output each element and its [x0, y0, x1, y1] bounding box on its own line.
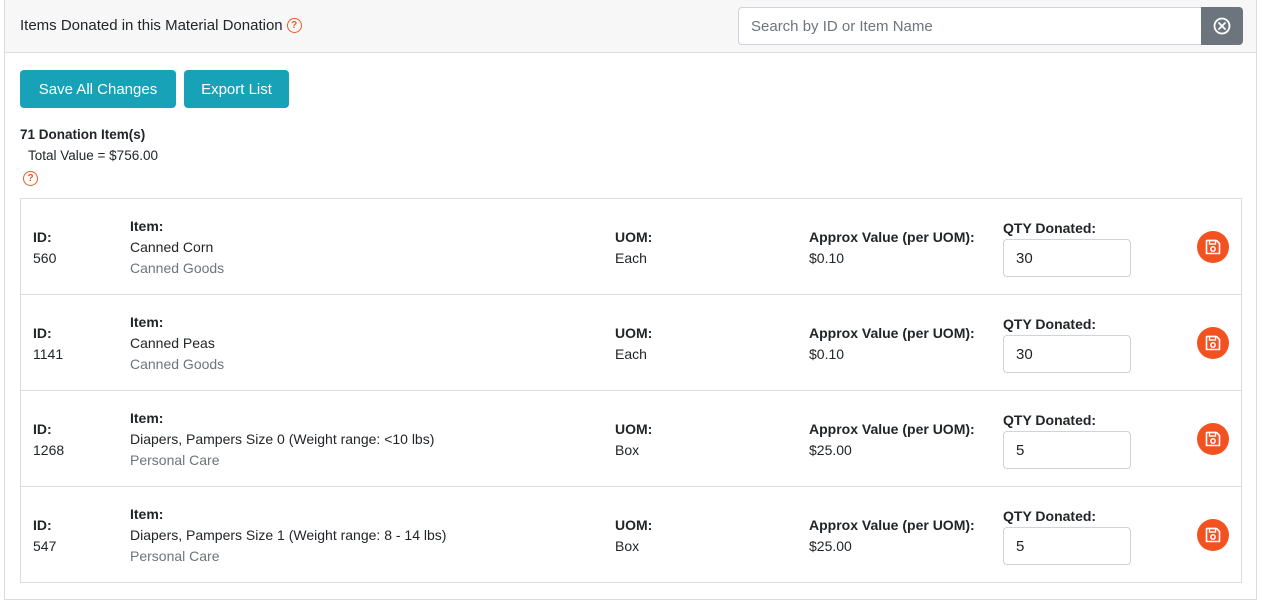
item-name: Canned Corn — [130, 239, 214, 255]
item-name-column: Item: Canned Corn Canned Goods — [130, 218, 224, 276]
item-label: Item: — [130, 506, 164, 522]
total-value: Total Value = $756.00 — [28, 148, 158, 163]
item-qty-column: QTY Donated: — [1003, 508, 1131, 565]
item-value-column: Approx Value (per UOM): $25.00 — [809, 517, 975, 554]
item-name: Diapers, Pampers Size 0 (Weight range: <… — [130, 431, 435, 447]
id-label: ID: — [33, 229, 52, 245]
item-label: Item: — [130, 314, 164, 330]
value-label: Approx Value (per UOM): — [809, 517, 975, 533]
list-item: ID: 547 Item: Diapers, Pampers Size 1 (W… — [21, 487, 1241, 583]
item-category: Personal Care — [130, 548, 220, 564]
list-item: ID: 1268 Item: Diapers, Pampers Size 0 (… — [21, 391, 1241, 487]
item-qty-column: QTY Donated: — [1003, 412, 1131, 469]
uom-label: UOM: — [615, 421, 653, 437]
item-category: Personal Care — [130, 452, 220, 468]
item-uom-column: UOM: Each — [615, 325, 652, 362]
item-uom-column: UOM: Box — [615, 421, 652, 458]
item-label: Item: — [130, 218, 164, 234]
qty-donated-input[interactable] — [1003, 239, 1131, 277]
item-id-column: ID: 547 — [33, 517, 56, 554]
item-id: 1268 — [33, 442, 65, 458]
item-uom-column: UOM: Each — [615, 229, 652, 266]
donation-items-card: Items Donated in this Material Donation … — [4, 0, 1257, 600]
item-id-column: ID: 1141 — [33, 325, 63, 362]
qty-label: QTY Donated: — [1003, 316, 1097, 332]
qty-donated-input[interactable] — [1003, 431, 1131, 469]
donation-item-count: 71 Donation Item(s) — [20, 127, 146, 142]
value-label: Approx Value (per UOM): — [809, 421, 975, 437]
id-label: ID: — [33, 421, 52, 437]
item-uom: Each — [615, 346, 647, 362]
help-icon[interactable]: ? — [286, 18, 302, 33]
item-value: $0.10 — [809, 250, 845, 266]
qty-label: QTY Donated: — [1003, 412, 1097, 428]
item-value: $25.00 — [809, 442, 852, 458]
qty-donated-input[interactable] — [1003, 335, 1131, 373]
export-list-button[interactable]: Export List — [184, 70, 289, 108]
item-id: 547 — [33, 538, 57, 554]
list-item: ID: 1141 Item: Canned Peas Canned Goods … — [21, 295, 1241, 391]
item-category: Canned Goods — [130, 260, 225, 276]
card-header: Items Donated in this Material Donation … — [5, 0, 1256, 53]
floppy-disk-icon — [1205, 335, 1221, 351]
item-uom-column: UOM: Box — [615, 517, 652, 554]
item-uom: Box — [615, 538, 640, 554]
item-label: Item: — [130, 410, 164, 426]
item-id: 1141 — [33, 346, 64, 362]
save-item-button[interactable] — [1197, 519, 1229, 551]
item-id: 560 — [33, 250, 57, 266]
item-qty-column: QTY Donated: — [1003, 220, 1131, 277]
save-item-button[interactable] — [1197, 231, 1229, 263]
item-name-column: Item: Diapers, Pampers Size 1 (Weight ra… — [130, 506, 446, 564]
summary-help-icon[interactable]: ? — [23, 171, 38, 186]
item-name: Diapers, Pampers Size 1 (Weight range: 8… — [130, 527, 447, 543]
uom-label: UOM: — [615, 325, 653, 341]
value-label: Approx Value (per UOM): — [809, 325, 975, 341]
list-item: ID: 560 Item: Canned Corn Canned Goods U… — [21, 199, 1241, 295]
item-value-column: Approx Value (per UOM): $0.10 — [809, 229, 975, 266]
id-label: ID: — [33, 325, 52, 341]
uom-label: UOM: — [615, 229, 653, 245]
floppy-disk-icon — [1205, 239, 1221, 255]
item-value: $0.10 — [809, 346, 845, 362]
item-category: Canned Goods — [130, 356, 225, 372]
clear-search-button[interactable] — [1201, 7, 1243, 45]
item-id-column: ID: 560 — [33, 229, 56, 266]
save-all-changes-button[interactable]: Save All Changes — [20, 70, 176, 108]
page-title-text: Items Donated in this Material Donation — [20, 17, 283, 34]
item-qty-column: QTY Donated: — [1003, 316, 1131, 373]
item-uom: Box — [615, 442, 640, 458]
floppy-disk-icon — [1205, 527, 1221, 543]
item-name: Canned Peas — [130, 335, 215, 351]
item-value: $25.00 — [809, 538, 852, 554]
value-label: Approx Value (per UOM): — [809, 229, 975, 245]
item-uom: Each — [615, 250, 647, 266]
page-title: Items Donated in this Material Donation … — [20, 17, 302, 34]
search-input[interactable] — [738, 7, 1201, 45]
donation-items-list: ID: 560 Item: Canned Corn Canned Goods U… — [20, 198, 1242, 583]
save-item-button[interactable] — [1197, 423, 1229, 455]
item-value-column: Approx Value (per UOM): $25.00 — [809, 421, 975, 458]
times-circle-icon — [1213, 17, 1231, 35]
item-id-column: ID: 1268 — [33, 421, 64, 458]
qty-label: QTY Donated: — [1003, 220, 1097, 236]
id-label: ID: — [33, 517, 52, 533]
save-item-button[interactable] — [1197, 327, 1229, 359]
qty-donated-input[interactable] — [1003, 527, 1131, 565]
qty-label: QTY Donated: — [1003, 508, 1097, 524]
floppy-disk-icon — [1205, 431, 1221, 447]
item-value-column: Approx Value (per UOM): $0.10 — [809, 325, 975, 362]
search-group — [738, 7, 1243, 45]
item-name-column: Item: Diapers, Pampers Size 0 (Weight ra… — [130, 410, 434, 468]
uom-label: UOM: — [615, 517, 653, 533]
item-name-column: Item: Canned Peas Canned Goods — [130, 314, 224, 372]
